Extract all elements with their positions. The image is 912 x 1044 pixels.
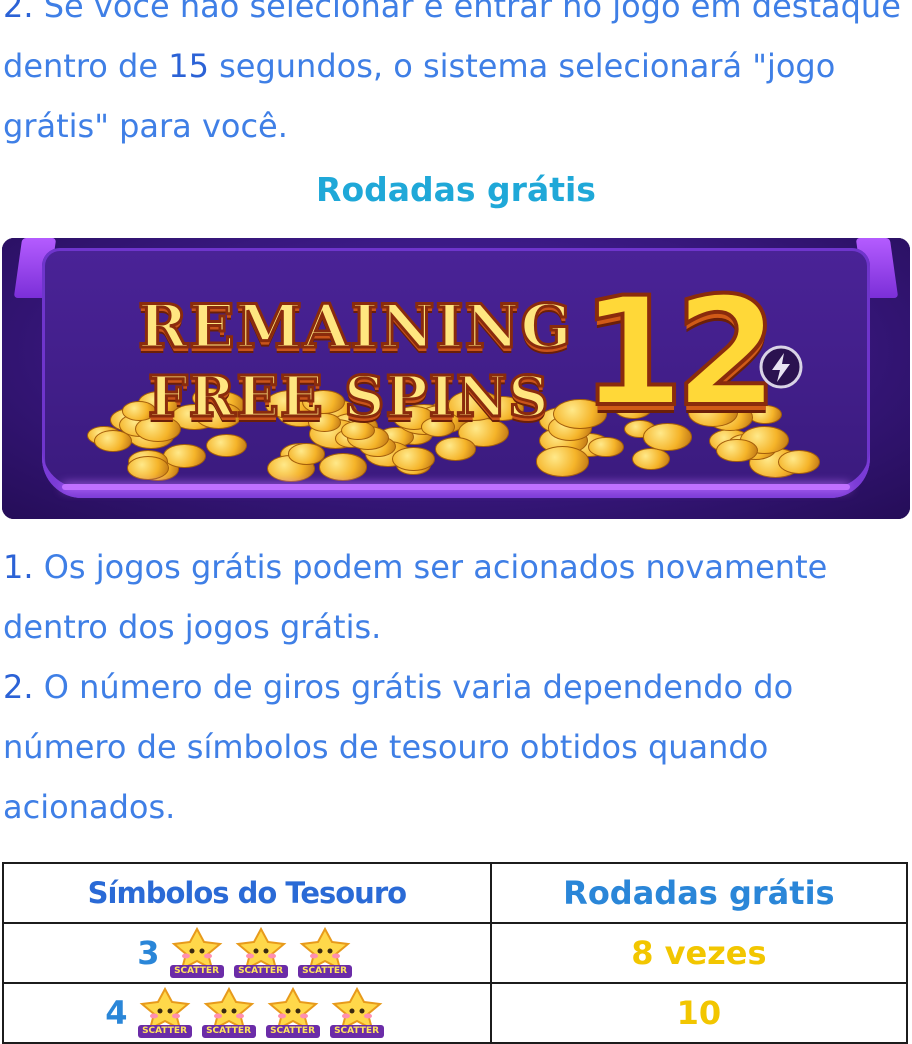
coin bbox=[631, 448, 670, 470]
free-spins-value: 10 bbox=[489, 982, 909, 1044]
coin bbox=[163, 443, 206, 468]
intro-paragraph: 2. Se você não selecionar e entrar no jo… bbox=[3, 0, 903, 156]
list-number: 2. bbox=[3, 0, 34, 25]
coin bbox=[127, 456, 169, 480]
table-header-row: Símbolos do Tesouro Rodadas grátis bbox=[2, 862, 909, 924]
symbols-cell: 3 SCATTER SCATTER SCATTER bbox=[2, 922, 492, 984]
scatter-star-icon: SCATTER bbox=[200, 986, 258, 1040]
free-spins-table: Símbolos do Tesouro Rodadas grátis 3 SCA… bbox=[2, 862, 909, 1044]
coin bbox=[716, 438, 758, 463]
scatter-star-icon: SCATTER bbox=[264, 986, 322, 1040]
coin bbox=[392, 446, 436, 472]
scatter-star-icon: SCATTER bbox=[296, 926, 354, 980]
remaining-spins-count: 12 bbox=[578, 266, 781, 440]
scatter-label: SCATTER bbox=[169, 965, 224, 978]
coin bbox=[435, 437, 477, 461]
list-number: 1. bbox=[3, 548, 34, 586]
free-spins-banner: REMAINING FREE SPINS 12 bbox=[2, 238, 910, 519]
symbol-count: 3 bbox=[137, 934, 160, 972]
table-row: 3 SCATTER SCATTER SCATTER 8 vezes bbox=[2, 922, 909, 984]
scatter-label: SCATTER bbox=[265, 1025, 320, 1038]
section-heading: Rodadas grátis bbox=[316, 170, 596, 209]
scatter-star-icon: SCATTER bbox=[328, 986, 386, 1040]
scatter-symbols: SCATTER SCATTER SCATTER bbox=[165, 926, 357, 978]
scatter-star-icon: SCATTER bbox=[168, 926, 226, 980]
free-spin-rules: 1. Os jogos grátis podem ser acionados n… bbox=[3, 537, 903, 837]
rule-item-2: 2. O número de giros grátis varia depend… bbox=[3, 668, 793, 826]
lightning-icon bbox=[759, 345, 803, 389]
symbols-cell: 4 SCATTER SCATTER SCATTER SCATTER bbox=[2, 982, 492, 1044]
rule-text: Os jogos grátis podem ser acionados nova… bbox=[3, 548, 828, 646]
seconds-value: 15 bbox=[168, 47, 209, 85]
scatter-label: SCATTER bbox=[233, 965, 288, 978]
scatter-star-icon: SCATTER bbox=[232, 926, 290, 980]
scatter-label: SCATTER bbox=[297, 965, 352, 978]
scatter-label: SCATTER bbox=[201, 1025, 256, 1038]
coin bbox=[93, 430, 133, 453]
scatter-label: SCATTER bbox=[329, 1025, 384, 1038]
coin bbox=[206, 434, 247, 458]
table-row: 4 SCATTER SCATTER SCATTER SCATTER 10 bbox=[2, 982, 909, 1044]
coin bbox=[318, 453, 367, 481]
scatter-star-icon: SCATTER bbox=[136, 986, 194, 1040]
header-free-spins: Rodadas grátis bbox=[489, 862, 909, 924]
rule-text: O número de giros grátis varia dependend… bbox=[3, 668, 794, 826]
coin bbox=[535, 446, 590, 477]
banner-glow-line bbox=[62, 484, 850, 490]
list-number: 2. bbox=[3, 668, 34, 706]
banner-line-free-spins: FREE SPINS bbox=[147, 363, 551, 432]
scatter-symbols: SCATTER SCATTER SCATTER SCATTER bbox=[133, 986, 389, 1038]
banner-line-remaining: REMAINING bbox=[137, 291, 574, 364]
coin bbox=[777, 450, 821, 475]
free-spins-value: 8 vezes bbox=[489, 922, 909, 984]
rule-item-1: 1. Os jogos grátis podem ser acionados n… bbox=[3, 548, 827, 646]
header-treasure-symbols: Símbolos do Tesouro bbox=[2, 862, 492, 924]
scatter-label: SCATTER bbox=[137, 1025, 192, 1038]
